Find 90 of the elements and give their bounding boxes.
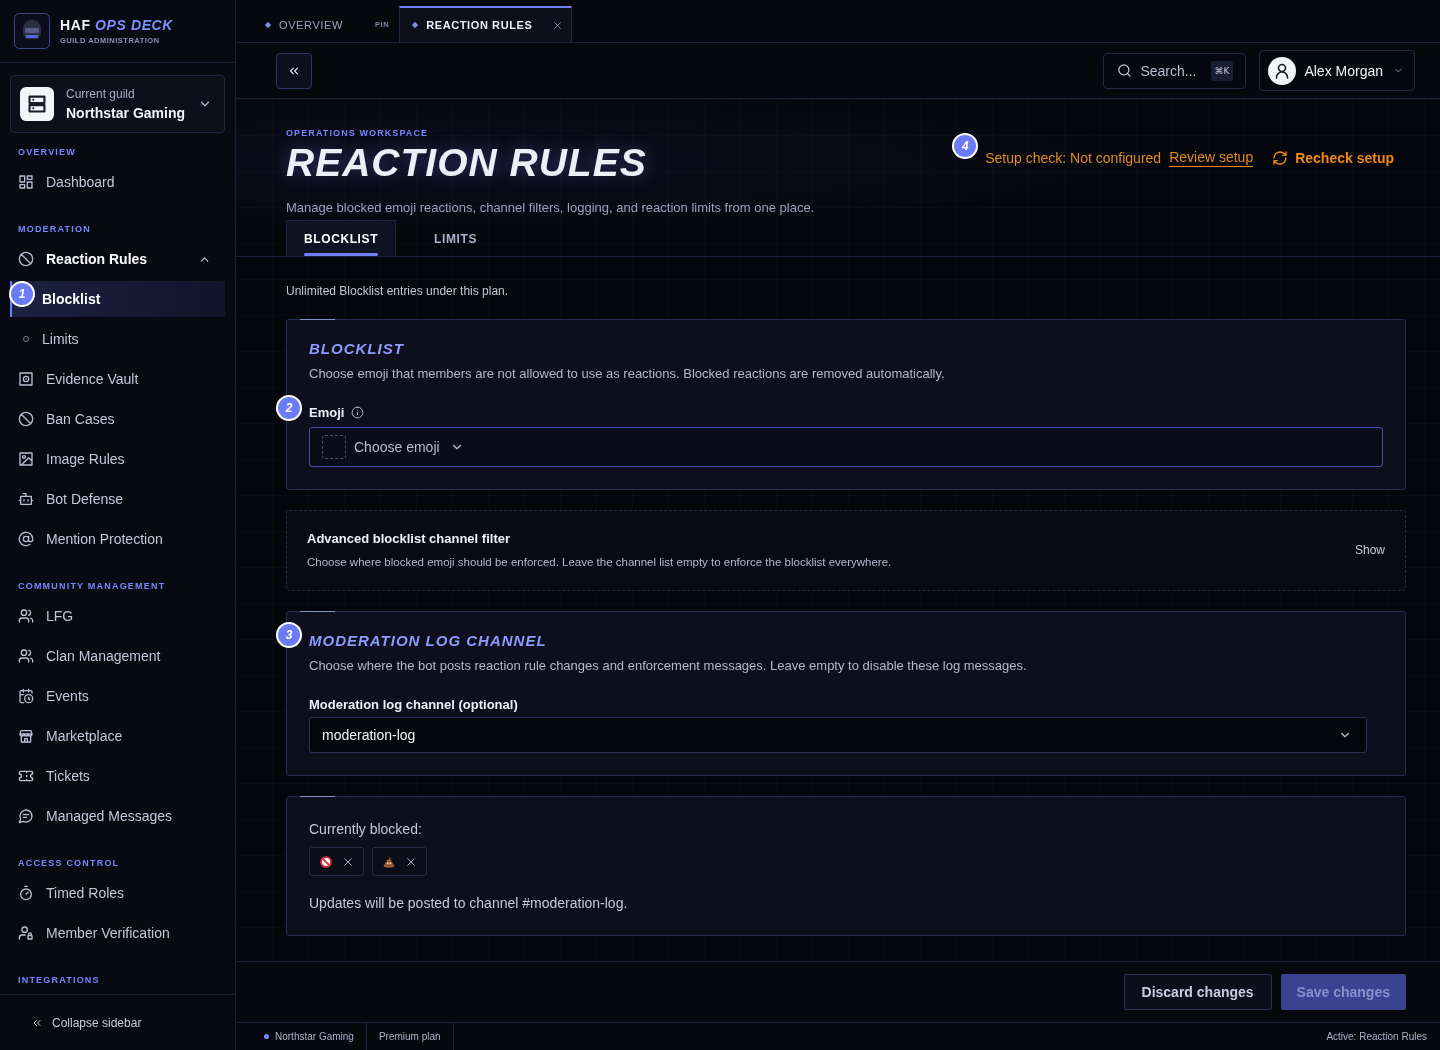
card-description: Choose emoji that members are not allowed to use as reactions. Blocked reactions are removed automatically. [309, 366, 946, 382]
nav-item[interactable]: Tickets [10, 758, 225, 794]
brand-name: HAF OPS DECK [60, 17, 173, 33]
plan-note: Unlimited Blocklist entries under this plan. [286, 284, 510, 298]
show-button[interactable]: Show [1354, 540, 1385, 559]
remove-button[interactable] [343, 856, 353, 867]
page-tab[interactable]: LIMITS [416, 220, 495, 256]
server-icon [20, 87, 54, 121]
logo-icon [14, 13, 50, 49]
shortcut-key: ⌘K [1210, 60, 1234, 81]
user-avatar-icon [1268, 56, 1297, 85]
card-title: MODERATION LOG CHANNEL [309, 631, 548, 651]
nav-item[interactable]: Timed Roles [10, 875, 225, 911]
diamond-icon [264, 20, 272, 29]
diamond-icon [411, 21, 420, 29]
nav-subitem[interactable]: Limits [10, 321, 225, 357]
step-marker: 2 [276, 395, 302, 421]
field-label: Moderation log channel (optional) [309, 696, 518, 712]
step-marker: 3 [276, 622, 302, 648]
search-field[interactable]: Search... ⌘K [1103, 52, 1247, 89]
search-icon [1117, 63, 1133, 78]
guild-picker[interactable]: Current guild Northstar Gaming [10, 75, 225, 133]
panel-title: Advanced blocklist channel filter [307, 530, 511, 548]
prohibited-emoji-icon [320, 855, 332, 868]
nav-section-heading: MODERATION [18, 223, 92, 236]
user-lock-icon [18, 925, 34, 941]
nav-item[interactable]: Events [10, 678, 225, 714]
nav-section-heading: ACCESS CONTROL [18, 857, 121, 870]
empty-emoji-slot-icon [322, 435, 346, 459]
ban-icon [18, 411, 34, 427]
nav-item[interactable]: Bot Defense [10, 481, 225, 517]
at-sign-icon [18, 531, 34, 547]
nav-item[interactable]: Evidence Vault [10, 361, 225, 397]
setup-status: Setup check: Not configured [985, 150, 1162, 166]
nav-item[interactable]: Clan Management [10, 638, 225, 674]
close-icon [406, 856, 416, 867]
store-icon [18, 728, 34, 744]
refresh-icon [1272, 150, 1289, 166]
panel-description: Choose where blocked emoji should be enforced. Leave the channel list empty to enforce the blocklist everywhere. [307, 555, 892, 569]
ticket-icon [18, 768, 34, 784]
status-active: Active: Reaction Rules [1326, 1031, 1427, 1042]
status-plan: Premium plan [378, 1031, 441, 1042]
bot-icon [18, 491, 34, 507]
page-eyebrow: OPERATIONS WORKSPACE [286, 127, 430, 139]
ban-icon [18, 251, 34, 267]
close-icon[interactable] [553, 20, 563, 30]
emoji-picker[interactable]: Choose emoji [309, 427, 1383, 467]
user-menu[interactable]: Alex Morgan [1259, 50, 1415, 91]
nav-item[interactable]: Member Verification [10, 915, 225, 951]
close-icon [343, 856, 353, 867]
nav-item[interactable]: Managed Messages [10, 798, 225, 834]
card-description: Choose where the bot posts reaction rule changes and enforcement messages. Leave empty to disable these log messages. [309, 658, 1028, 674]
nav-item[interactable]: Ban Cases [10, 401, 225, 437]
image-icon [18, 451, 34, 467]
nav-item[interactable]: Dashboard [10, 164, 225, 200]
field-label: Emoji [309, 404, 345, 420]
page-tab[interactable]: BLOCKLIST [286, 220, 397, 256]
select-field[interactable]: moderation-log [309, 717, 1367, 753]
review-setup-link[interactable]: Review setup [1169, 149, 1254, 167]
nav-item[interactable]: Marketplace [10, 718, 225, 754]
blocked-label: Currently blocked: [309, 821, 423, 837]
status-guild: Northstar Gaming [275, 1031, 354, 1042]
nav-item[interactable]: Image Rules [10, 441, 225, 477]
discard-button[interactable]: Discard changes [1123, 974, 1272, 1010]
stopwatch-icon [18, 885, 34, 901]
page-description: Manage blocked emoji reactions, channel filters, logging, and reaction limits from one place. [286, 200, 816, 216]
info-icon[interactable] [351, 405, 365, 419]
tab[interactable]: REACTION RULES [399, 6, 573, 42]
status-dot-icon [264, 1034, 269, 1039]
users-icon [18, 608, 34, 624]
channel-note: Updates will be posted to channel #moderation-log. [309, 895, 629, 911]
chat-bubble-icon [18, 808, 34, 824]
nav-section-heading: OVERVIEW [18, 146, 77, 159]
remove-button[interactable] [406, 856, 416, 867]
safe-icon [18, 371, 34, 387]
collapse-button[interactable] [276, 52, 312, 89]
step-marker: 4 [952, 133, 979, 159]
recheck-setup-button[interactable]: Recheck setup [1272, 150, 1394, 166]
nav-item[interactable]: Reaction Rules [10, 241, 225, 277]
card-title: BLOCKLIST [309, 339, 405, 359]
nav-section-heading: INTEGRATIONS [18, 974, 101, 987]
collapse-sidebar-button[interactable]: Collapse sidebar [22, 1009, 151, 1036]
nav-item[interactable]: Mention Protection [10, 521, 225, 557]
nav-section-heading: COMMUNITY MANAGEMENT [18, 580, 167, 593]
calendar-clock-icon [18, 688, 34, 704]
nav-item[interactable]: LFG [10, 598, 225, 634]
users-icon [18, 648, 34, 664]
dashboard-grid-icon [18, 174, 34, 190]
poop-emoji-icon [383, 855, 395, 868]
page-title: REACTION RULES [286, 140, 647, 186]
